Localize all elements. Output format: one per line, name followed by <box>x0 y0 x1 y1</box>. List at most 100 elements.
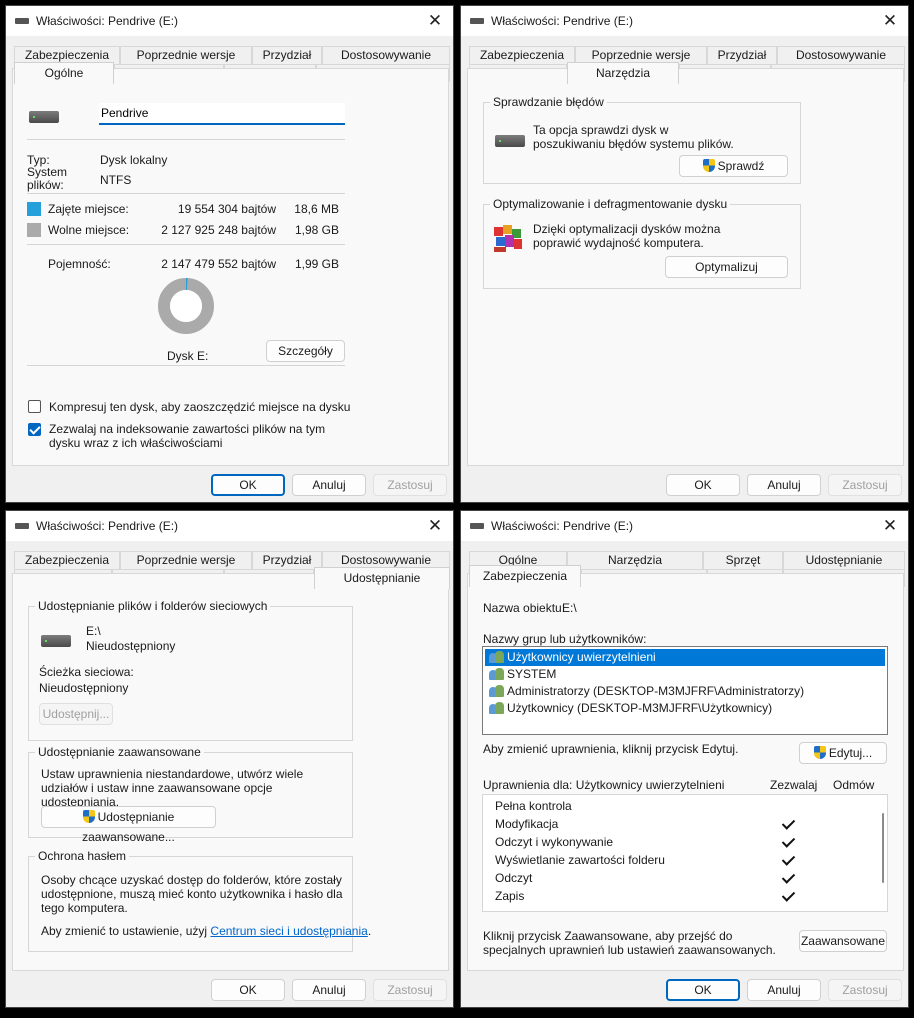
close-icon[interactable]: ✕ <box>878 10 902 32</box>
user-item[interactable]: Użytkownicy (DESKTOP-M3MJFRF\Użytkownicy… <box>485 700 885 717</box>
tab-poprzednie-wersje[interactable]: Poprzednie wersje <box>120 46 252 64</box>
cancel-button[interactable]: Anuluj <box>292 474 366 496</box>
divider <box>27 244 345 245</box>
permissions-scrollbar[interactable] <box>882 813 884 883</box>
check-button[interactable]: Sprawdź <box>679 155 788 177</box>
used-space-size: 18,6 MB <box>294 202 339 216</box>
drive-name-input[interactable] <box>99 103 345 125</box>
used-space-label: Zajęte miejsce: <box>48 202 129 216</box>
close-icon[interactable]: ✕ <box>423 10 447 32</box>
tab-dostosowywanie[interactable]: Dostosowywanie <box>322 46 450 64</box>
user-item-label: Administratorzy (DESKTOP-M3MJFRF\Adminis… <box>507 684 805 698</box>
password-protection-title: Ochrona hasłem <box>35 849 130 863</box>
tab-zabezpieczenia[interactable]: Zabezpieczenia <box>469 565 581 587</box>
close-icon[interactable]: ✕ <box>878 515 902 537</box>
user-item[interactable]: SYSTEM <box>485 666 885 683</box>
tab-narzedzia[interactable]: Narzędzia <box>567 551 703 569</box>
error-checking-title: Sprawdzanie błędów <box>490 95 607 109</box>
free-space-size: 1,98 GB <box>294 223 339 237</box>
permission-row: Odczyt i wykonywanie <box>495 835 614 849</box>
properties-window-security: Właściwości: Pendrive (E:) ✕ Ogólne Narz… <box>460 510 909 1008</box>
tab-udostepnianie[interactable]: Udostępnianie <box>314 567 450 589</box>
shield-icon <box>702 159 715 172</box>
window-title: Właściwości: Pendrive (E:) <box>36 14 179 28</box>
tab-udostepnianie[interactable]: Udostępnianie <box>783 551 905 569</box>
divider <box>27 139 345 140</box>
object-name-value: E:\ <box>562 601 577 615</box>
index-label: Zezwalaj na indeksowanie zawartości plik… <box>49 422 326 450</box>
apply-button[interactable]: Zastosuj <box>373 474 447 496</box>
allow-check-icon <box>781 871 795 885</box>
allow-header: Zezwalaj <box>770 778 818 792</box>
error-checking-group: Sprawdzanie błędów Ta opcja sprawdzi dys… <box>483 95 801 184</box>
apply-button[interactable]: Zastosuj <box>828 979 902 1001</box>
cancel-button[interactable]: Anuluj <box>747 474 821 496</box>
network-path-label: Ścieżka sieciowa: <box>39 665 134 679</box>
users-listbox[interactable]: Użytkownicy uwierzytelnieni SYSTEM Admin… <box>482 646 888 735</box>
ok-button[interactable]: OK <box>211 474 285 496</box>
properties-window-general: Właściwości: Pendrive (E:) ✕ Zabezpiecze… <box>5 5 454 503</box>
optimize-text: Dzięki optymalizacji dysków można popraw… <box>533 222 721 250</box>
tab-poprzednie-wersje[interactable]: Poprzednie wersje <box>120 551 252 569</box>
allow-check-icon <box>781 889 795 903</box>
tab-sprzet[interactable]: Sprzęt <box>703 551 783 569</box>
sharing-panel: Udostępnianie plików i folderów sieciowy… <box>12 573 449 971</box>
cancel-button[interactable]: Anuluj <box>747 979 821 1001</box>
user-item[interactable]: Administratorzy (DESKTOP-M3MJFRF\Adminis… <box>485 683 885 700</box>
cancel-button[interactable]: Anuluj <box>292 979 366 1001</box>
edit-button[interactable]: Edytuj... <box>799 742 887 764</box>
optimize-group: Optymalizowanie i defragmentowanie dysku… <box>483 197 801 289</box>
compress-label: Kompresuj ten dysk, aby zaoszczędzić mie… <box>49 400 351 414</box>
usage-donut <box>158 278 214 334</box>
permissions-for-label: Uprawnienia dla: Użytkownicy uwierzyteln… <box>483 778 725 792</box>
shield-icon <box>82 810 95 823</box>
security-panel: Nazwa obiektu: E:\ Nazwy grup lub użytko… <box>467 573 904 971</box>
share-button[interactable]: Udostępnij... <box>39 703 113 725</box>
tab-dostosowywanie[interactable]: Dostosowywanie <box>777 46 905 64</box>
ok-button[interactable]: OK <box>211 979 285 1001</box>
free-space-bytes: 2 127 925 248 bajtów <box>161 223 276 237</box>
advanced-button[interactable]: Zaawansowane <box>799 930 887 952</box>
details-button[interactable]: Szczegóły <box>266 340 345 362</box>
advanced-text: Kliknij przycisk Zaawansowane, aby przej… <box>483 929 776 957</box>
title-bar: Właściwości: Pendrive (E:) ✕ <box>6 511 453 541</box>
password-protection-text: Osoby chcące uzyskać dostęp do folderów,… <box>41 873 343 915</box>
index-checkbox[interactable] <box>28 423 41 436</box>
permission-row: Wyświetlanie zawartości folderu <box>495 853 665 867</box>
tab-narzedzia[interactable]: Narzędzia <box>567 62 679 84</box>
tab-zabezpieczenia[interactable]: Zabezpieczenia <box>14 551 120 569</box>
network-center-link[interactable]: Centrum sieci i udostępniania <box>210 924 367 938</box>
properties-window-tools: Właściwości: Pendrive (E:) ✕ Zabezpiecze… <box>460 5 909 503</box>
tab-przydzial[interactable]: Przydział <box>707 46 777 64</box>
drive-icon <box>470 18 484 24</box>
ok-button[interactable]: OK <box>666 474 740 496</box>
edit-button-label: Edytuj... <box>828 746 873 760</box>
advanced-sharing-text: Ustaw uprawnienia niestandardowe, utwórz… <box>41 767 304 809</box>
apply-button[interactable]: Zastosuj <box>373 979 447 1001</box>
user-item[interactable]: Użytkownicy uwierzytelnieni <box>485 649 885 666</box>
optimize-button[interactable]: Optymalizuj <box>665 256 788 278</box>
capacity-bytes: 2 147 479 552 bajtów <box>161 257 276 271</box>
user-item-label: SYSTEM <box>507 667 557 681</box>
apply-button[interactable]: Zastosuj <box>828 474 902 496</box>
permission-row: Odczyt <box>495 871 533 885</box>
advanced-sharing-button-label: Udostępnianie zaawansowane... <box>82 810 175 844</box>
permission-row: Zapis <box>495 889 525 903</box>
drive-icon <box>495 135 525 147</box>
allow-check-icon <box>781 853 795 867</box>
advanced-sharing-button[interactable]: Udostępnianie zaawansowane... <box>41 806 216 844</box>
compress-checkbox[interactable] <box>28 400 41 413</box>
properties-window-sharing: Właściwości: Pendrive (E:) ✕ Zabezpiecze… <box>5 510 454 1008</box>
allow-check-icon <box>781 817 795 831</box>
tab-zabezpieczenia[interactable]: Zabezpieczenia <box>469 46 575 64</box>
tab-ogolne[interactable]: Ogólne <box>14 62 114 84</box>
free-space-swatch <box>27 223 41 237</box>
tab-przydzial[interactable]: Przydział <box>252 46 322 64</box>
close-icon[interactable]: ✕ <box>423 515 447 537</box>
share-path: E:\ <box>86 624 101 638</box>
filesystem-label: System plików: <box>27 165 68 192</box>
network-path-value: Nieudostępniony <box>39 681 129 695</box>
tab-przydzial[interactable]: Przydział <box>252 551 322 569</box>
drive-icon <box>15 18 29 24</box>
ok-button[interactable]: OK <box>666 979 740 1001</box>
